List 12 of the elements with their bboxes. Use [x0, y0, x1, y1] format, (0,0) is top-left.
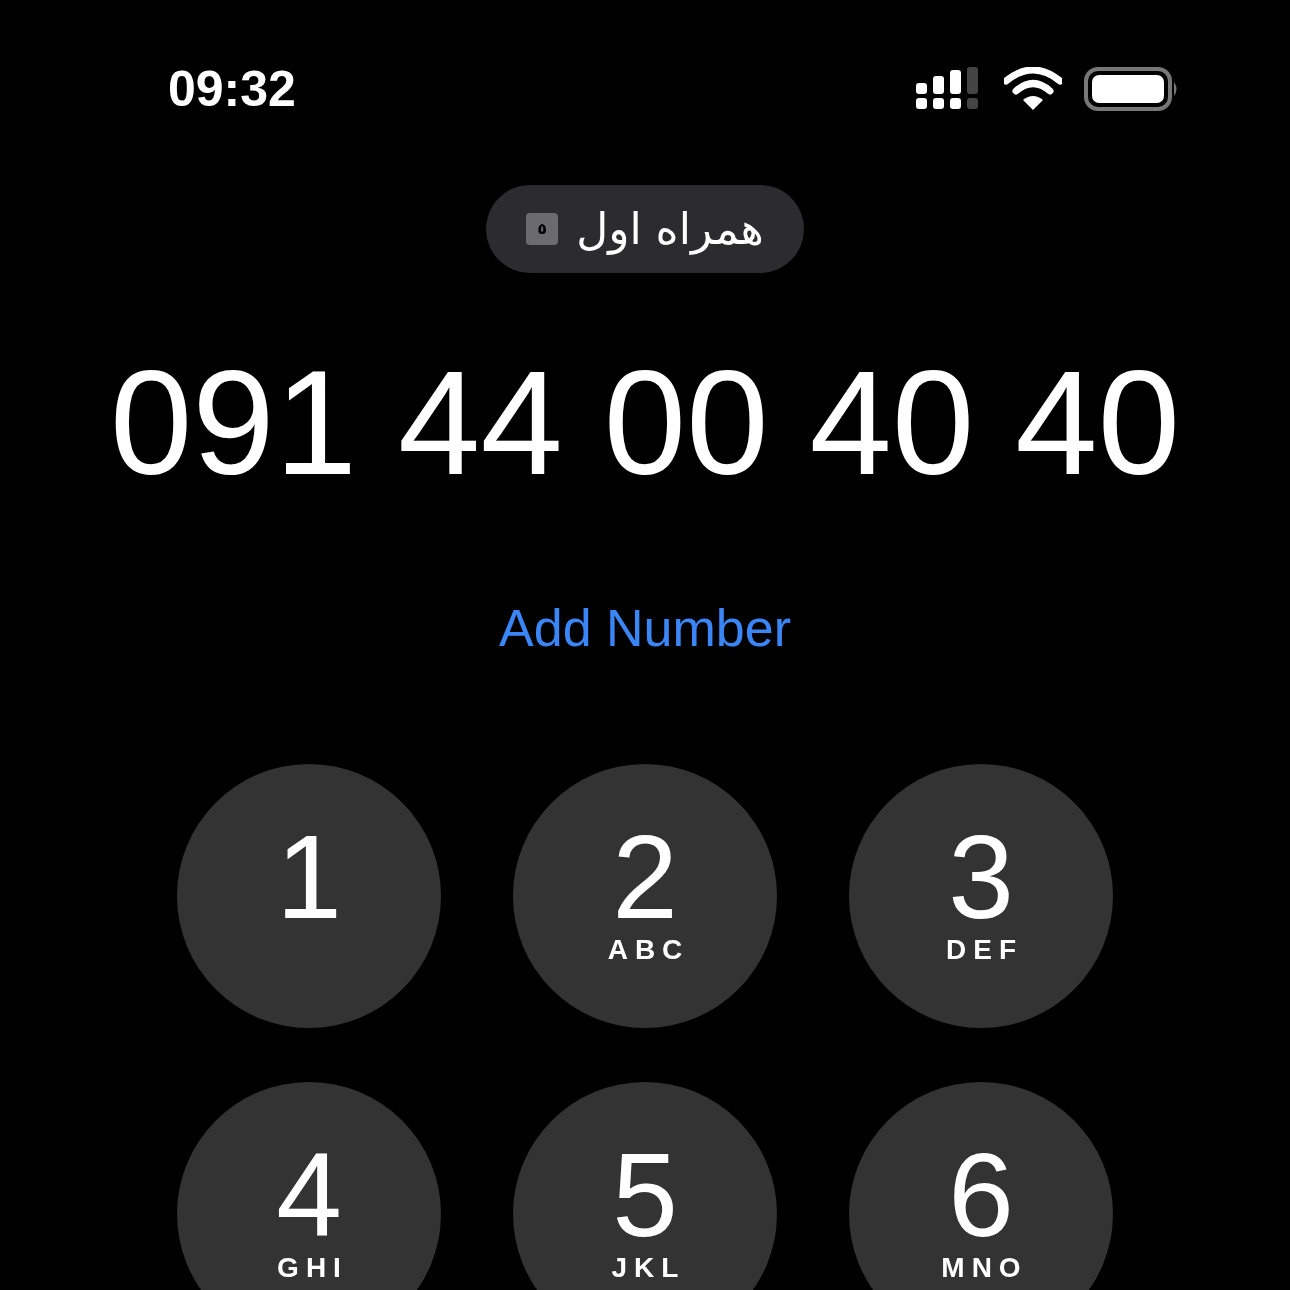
wifi-icon	[1004, 67, 1062, 111]
keypad-key[interactable]: 1	[177, 764, 441, 1028]
status-time: 09:32	[168, 64, 296, 114]
keypad-key[interactable]: 2 ABC	[513, 764, 777, 1028]
keypad-key[interactable]: 5 JKL	[513, 1082, 777, 1290]
add-number-link[interactable]: Add Number	[499, 602, 791, 654]
dialed-number: 091 44 00 40 40	[110, 349, 1180, 497]
sim-badge: ٥	[526, 213, 559, 245]
keypad-key[interactable]: 4 GHI	[177, 1082, 441, 1290]
keypad-key[interactable]: 6 MNO	[849, 1082, 1113, 1290]
keypad-key[interactable]: 3 DEF	[849, 764, 1113, 1028]
carrier-selector[interactable]: ٥ همراه اول	[486, 185, 804, 273]
